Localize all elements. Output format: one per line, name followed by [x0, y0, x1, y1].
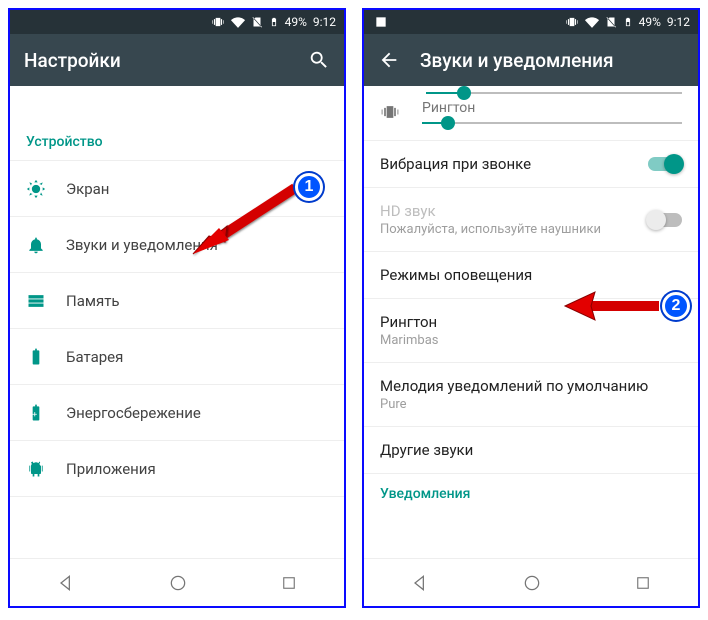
clock: 9:12: [313, 15, 336, 29]
settings-item-storage[interactable]: Память: [10, 273, 344, 329]
nav-recent[interactable]: [634, 574, 652, 592]
clock: 9:12: [667, 15, 690, 29]
annotation-badge-1: 1: [295, 173, 323, 201]
nav-bar: [364, 558, 698, 606]
annotation-badge-2: 2: [662, 292, 690, 320]
battery-pct: 49%: [285, 15, 307, 29]
screenshot-icon: [374, 15, 388, 29]
search-icon[interactable]: [308, 49, 330, 71]
row-label: Режимы оповещения: [380, 266, 682, 284]
settings-item-label: Приложения: [66, 460, 328, 478]
vibrate-icon: [380, 102, 408, 122]
settings-item-label: Память: [66, 292, 328, 310]
annotation-arrow-2: [559, 290, 669, 330]
status-bar: 49% 9:12: [364, 10, 698, 34]
row-label: Другие звуки: [380, 441, 682, 459]
page-title: Звуки и уведомления: [420, 49, 684, 72]
row-value: Marimbas: [380, 333, 682, 348]
settings-item-battery[interactable]: Батарея: [10, 329, 344, 385]
page-title: Настройки: [24, 49, 288, 72]
nav-back[interactable]: [56, 573, 76, 593]
storage-icon: [26, 291, 66, 311]
back-icon[interactable]: [378, 49, 400, 71]
nav-home[interactable]: [522, 573, 542, 593]
battery-icon: [26, 347, 66, 367]
phone-left: 49% 9:12 Настройки Устройство Экран Звук…: [8, 8, 346, 608]
default-notif-row[interactable]: Мелодия уведомлений по умолчанию Pure: [364, 363, 698, 427]
no-sim-icon: [605, 15, 617, 29]
media-slider-partial[interactable]: [364, 86, 698, 96]
nav-bar: [10, 558, 344, 606]
settings-item-power[interactable]: Энергосбережение: [10, 385, 344, 441]
status-bar: 49% 9:12: [10, 10, 344, 34]
wifi-icon: [231, 15, 245, 29]
nav-home[interactable]: [168, 573, 188, 593]
settings-item-label: Батарея: [66, 348, 328, 366]
vibrate-icon: [211, 15, 225, 29]
no-sim-icon: [251, 15, 263, 29]
nav-back[interactable]: [410, 573, 430, 593]
wifi-icon: [585, 15, 599, 29]
battery-saver-icon: [26, 403, 66, 423]
slider-label: Рингтон: [422, 100, 682, 116]
section-header-notifications: Уведомления: [364, 474, 698, 512]
row-value: Pure: [380, 397, 682, 412]
settings-list: Устройство Экран Звуки и уведомления Пам…: [10, 86, 344, 558]
battery-pct: 49%: [639, 15, 661, 29]
nav-recent[interactable]: [280, 574, 298, 592]
settings-item-label: Энергосбережение: [66, 404, 328, 422]
row-label: Мелодия уведомлений по умолчанию: [380, 377, 682, 395]
battery-icon: [269, 15, 279, 29]
toggle-switch[interactable]: [648, 157, 682, 171]
bell-icon: [26, 235, 66, 255]
row-label: HD звук: [380, 202, 648, 220]
hd-sound-row: HD звук Пожалуйста, используйте наушники: [364, 188, 698, 252]
annotation-arrow-1: [185, 178, 305, 258]
row-sub: Пожалуйста, используйте наушники: [380, 222, 648, 237]
ringtone-volume-row[interactable]: Рингтон: [364, 96, 698, 141]
row-label: Вибрация при звонке: [380, 155, 648, 173]
toolbar: Звуки и уведомления: [364, 34, 698, 86]
brightness-icon: [26, 179, 66, 199]
android-icon: [26, 459, 66, 479]
other-sounds-row[interactable]: Другие звуки: [364, 427, 698, 474]
toolbar: Настройки: [10, 34, 344, 86]
vibrate-on-call-row[interactable]: Вибрация при звонке: [364, 141, 698, 188]
phone-right: 49% 9:12 Звуки и уведомления Рингтон: [362, 8, 700, 608]
battery-icon: [623, 15, 633, 29]
section-header-device: Устройство: [10, 116, 344, 161]
settings-item-apps[interactable]: Приложения: [10, 441, 344, 497]
toggle-switch: [648, 213, 682, 227]
vibrate-icon: [565, 15, 579, 29]
